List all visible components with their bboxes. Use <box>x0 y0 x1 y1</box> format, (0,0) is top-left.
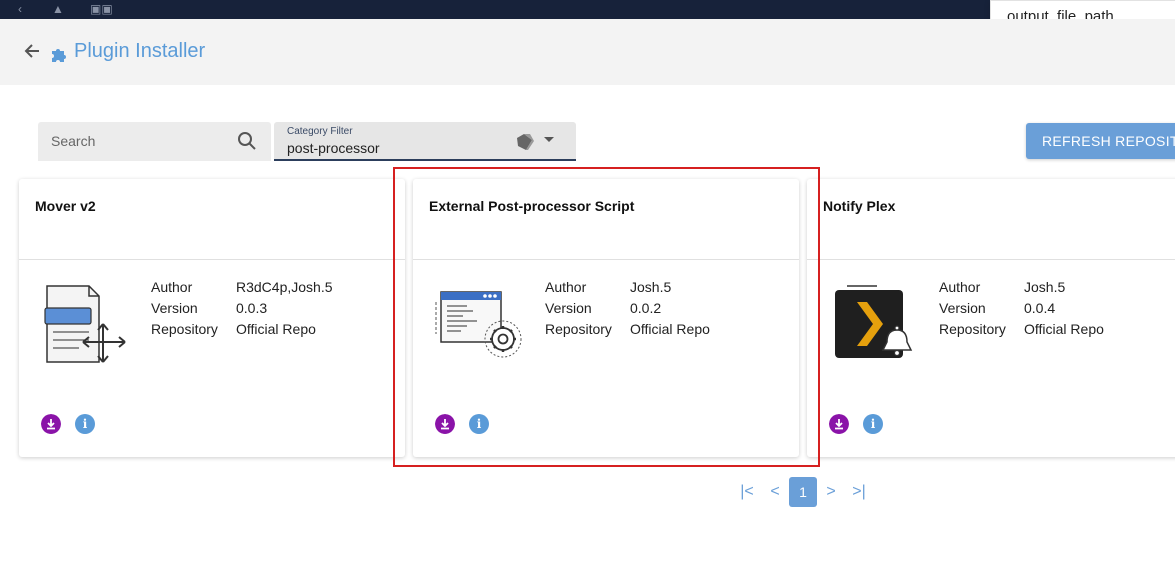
card-divider <box>19 259 405 260</box>
repository-label: Repository <box>939 321 1006 337</box>
repository-value: Official Repo <box>236 321 316 337</box>
tags-icon <box>517 134 534 150</box>
prev-page-button[interactable]: < <box>761 477 789 507</box>
next-page-button[interactable]: > <box>817 477 845 507</box>
puzzle-icon <box>52 49 66 62</box>
page-title: Plugin Installer <box>74 40 206 62</box>
info-icon[interactable]: i <box>863 414 883 434</box>
download-icon[interactable] <box>829 414 849 434</box>
home-icon[interactable]: ▲ <box>52 2 64 16</box>
plugin-meta: Author R3dC4p,Josh.5 Version 0.0.3 Reposit… <box>151 277 333 340</box>
windows-icon[interactable]: ▣▣ <box>90 2 113 16</box>
version-label: Version <box>939 300 986 316</box>
first-page-button[interactable]: |< <box>733 477 761 507</box>
plugin-meta: Author Josh.5 Version 0.0.4 Repository Offi… <box>939 277 1104 340</box>
last-page-button[interactable]: >| <box>845 477 873 507</box>
info-icon[interactable]: i <box>75 414 95 434</box>
category-filter-caption: Category Filter <box>287 126 353 137</box>
category-filter-value: post-processor <box>287 140 380 156</box>
plex-bell-icon <box>835 285 913 358</box>
selection-highlight <box>393 167 820 467</box>
refresh-repositories-button[interactable]: REFRESH REPOSITORIES <box>1026 123 1175 159</box>
search-input[interactable]: Search <box>38 122 271 161</box>
search-icon[interactable] <box>237 131 257 151</box>
repository-value: Official Repo <box>1024 321 1104 337</box>
version-value: 0.0.3 <box>236 300 268 316</box>
author-value: R3dC4p,Josh.5 <box>236 279 333 295</box>
mover-document-icon <box>44 285 126 363</box>
author-label: Author <box>939 279 981 295</box>
download-icon[interactable] <box>41 414 61 434</box>
author-label: Author <box>151 279 193 295</box>
page-header: Plugin Installer <box>0 19 1175 85</box>
version-value: 0.0.4 <box>1024 300 1056 316</box>
back-small-icon[interactable]: ‹ <box>18 2 22 16</box>
plugin-card-notify-plex[interactable]: Notify Plex Author Josh.5 Version 0.0.4 Re… <box>807 179 1175 457</box>
author-value: Josh.5 <box>1024 279 1066 295</box>
search-placeholder: Search <box>51 133 96 149</box>
chevron-down-icon[interactable] <box>544 137 554 142</box>
version-label: Version <box>151 300 198 316</box>
page-1-button[interactable]: 1 <box>789 477 817 507</box>
card-divider <box>807 259 1175 260</box>
plugin-card-title: Notify Plex <box>823 198 896 214</box>
plugin-card-title: Mover v2 <box>35 198 96 214</box>
repository-label: Repository <box>151 321 218 337</box>
category-filter-select[interactable]: Category Filter post-processor <box>274 122 576 161</box>
plugin-card-mover-v2[interactable]: Mover v2 Author R3dC4p,Josh.5 Version 0.0.… <box>19 179 405 457</box>
back-arrow-icon[interactable] <box>22 41 42 61</box>
